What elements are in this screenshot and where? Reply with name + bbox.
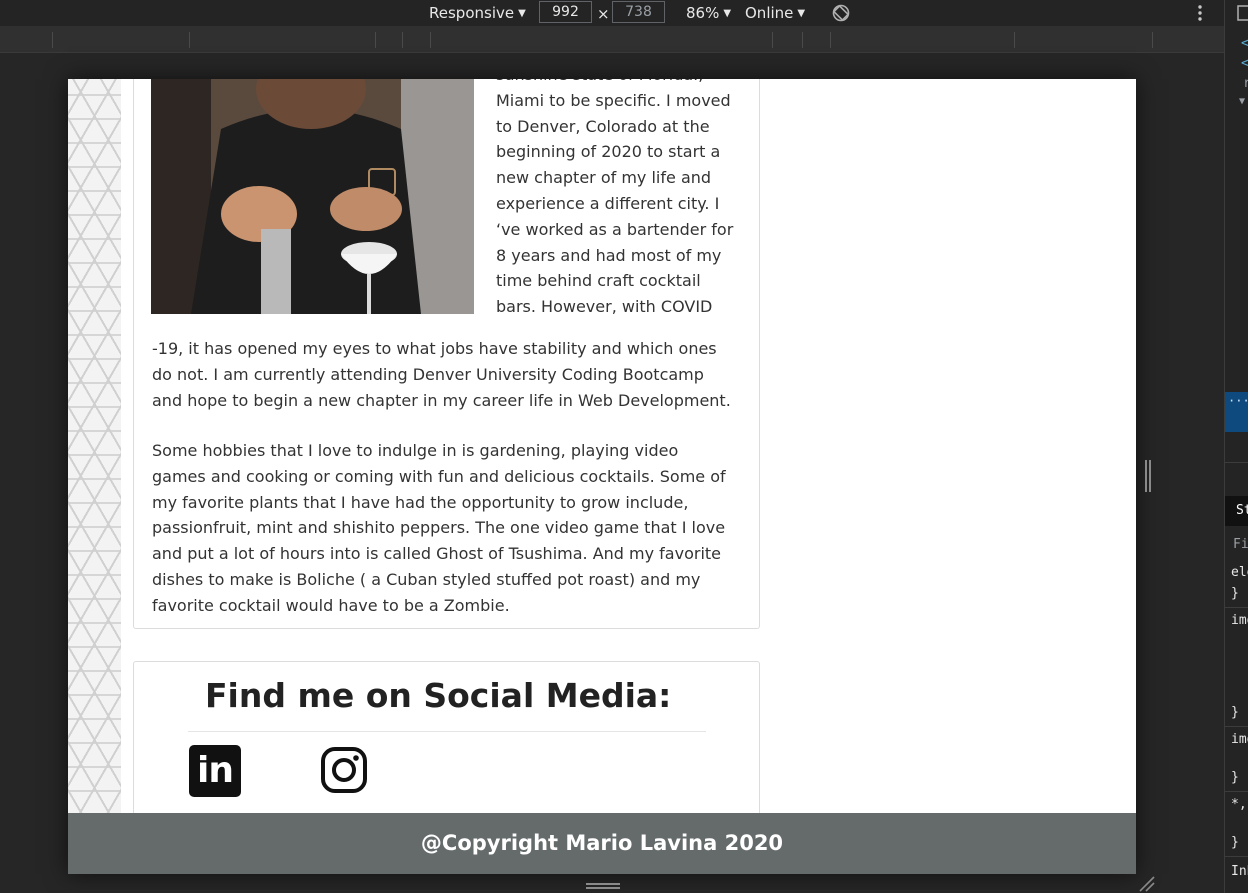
device-select[interactable]: Responsive ▼ (429, 3, 526, 26)
height-input[interactable]: 738 (612, 1, 665, 23)
about-line: ‘ve worked as a bartender for (496, 219, 734, 239)
media-query-tick (1014, 32, 1015, 48)
expand-triangle-icon[interactable]: ▼ (1239, 96, 1245, 107)
width-input[interactable]: 992 (539, 1, 592, 23)
divider (188, 731, 706, 732)
network-label: Online (745, 4, 794, 22)
linkedin-logo-text: in (197, 750, 234, 791)
chevron-down-icon: ▼ (723, 8, 732, 19)
style-rule-close: } (1231, 835, 1239, 850)
zoom-select[interactable]: 86% ▼ (686, 3, 731, 26)
style-rule-close: } (1231, 770, 1239, 785)
media-query-tick (772, 32, 773, 48)
media-query-tick (1152, 32, 1153, 48)
selected-dom-row[interactable]: ··· (1225, 392, 1248, 432)
about-line: to Denver, Colorado at the (496, 116, 710, 136)
emulated-viewport: sunshine state of Florida., Miami to be … (68, 79, 1136, 874)
about-paragraph-1-continued: -19, it has opened my eyes to what jobs … (152, 339, 731, 410)
about-card: sunshine state of Florida., Miami to be … (133, 79, 760, 629)
media-query-bar (0, 26, 1224, 53)
rule-divider (1225, 856, 1248, 857)
devtools-panel: < < r ▼ ··· St Fil ele } img } img } *, … (1224, 0, 1248, 893)
style-rule-selector[interactable]: *, (1231, 797, 1247, 812)
inherited-label: Inh (1231, 864, 1248, 879)
dom-node[interactable]: r (1243, 76, 1248, 91)
media-query-tick (830, 32, 831, 48)
dimension-separator: × (597, 5, 610, 23)
resize-handle-right[interactable] (1144, 460, 1152, 492)
chevron-down-icon: ▼ (518, 8, 526, 19)
about-line: sunshine state of Florida., (496, 79, 736, 88)
network-throttle-select[interactable]: Online ▼ (745, 3, 805, 26)
rule-divider (1225, 791, 1248, 792)
media-query-tick (802, 32, 803, 48)
about-paragraph-2: Some hobbies that I love to indulge in i… (152, 441, 726, 615)
rule-divider (1225, 726, 1248, 727)
media-query-tick (375, 32, 376, 48)
instagram-icon[interactable] (320, 746, 368, 794)
media-query-tick (52, 32, 53, 48)
media-query-tick (430, 32, 431, 48)
bartender-illustration (151, 79, 474, 314)
social-heading: Find me on Social Media: (205, 676, 672, 715)
chevron-down-icon: ▼ (797, 8, 806, 19)
styles-tab-bar: St (1225, 496, 1248, 526)
style-rule-close: } (1231, 705, 1239, 720)
media-query-tick (402, 32, 403, 48)
zoom-label: 86% (686, 4, 720, 22)
ellipsis-button[interactable]: ··· (1228, 394, 1248, 408)
inspect-icon[interactable] (1237, 4, 1248, 22)
resize-handle-bottom[interactable] (586, 882, 620, 890)
device-label: Responsive (429, 4, 515, 22)
tab-styles[interactable]: St (1236, 503, 1248, 518)
about-paragraph-1-side: sunshine state of Florida., Miami to be … (496, 79, 736, 320)
about-line: experience a different city. I (496, 193, 720, 213)
linkedin-icon[interactable]: in (189, 745, 241, 797)
dom-node[interactable]: < (1241, 36, 1248, 51)
about-line: beginning of 2020 to start a (496, 142, 721, 162)
style-rule-selector[interactable]: img (1231, 613, 1248, 628)
panel-divider (1225, 462, 1248, 463)
rule-divider (1225, 607, 1248, 608)
style-rule-selector[interactable]: ele (1231, 565, 1248, 580)
bartender-photo (151, 79, 474, 314)
style-rule-close: } (1231, 586, 1239, 601)
about-line: bars. However, with COVID (496, 297, 713, 317)
style-rule-selector[interactable]: img (1231, 732, 1248, 747)
media-query-tick (189, 32, 190, 48)
about-line: time behind craft cocktail (496, 271, 701, 291)
more-options-icon[interactable] (1190, 3, 1210, 23)
page-footer: @Copyright Mario Lavina 2020 (68, 813, 1136, 874)
decorative-pattern-strip (68, 79, 121, 814)
styles-filter-input[interactable]: Fil (1233, 537, 1248, 552)
device-toolbar: Responsive ▼ 992 × 738 86% ▼ Online ▼ (0, 0, 1224, 26)
resize-handle-corner[interactable] (1138, 875, 1156, 893)
about-line: Miami to be specific. I moved (496, 90, 731, 110)
about-line: 8 years and had most of my (496, 245, 722, 265)
about-line: new chapter of my life and (496, 168, 712, 188)
rotate-icon[interactable] (831, 3, 851, 23)
dom-node[interactable]: < (1241, 56, 1248, 71)
